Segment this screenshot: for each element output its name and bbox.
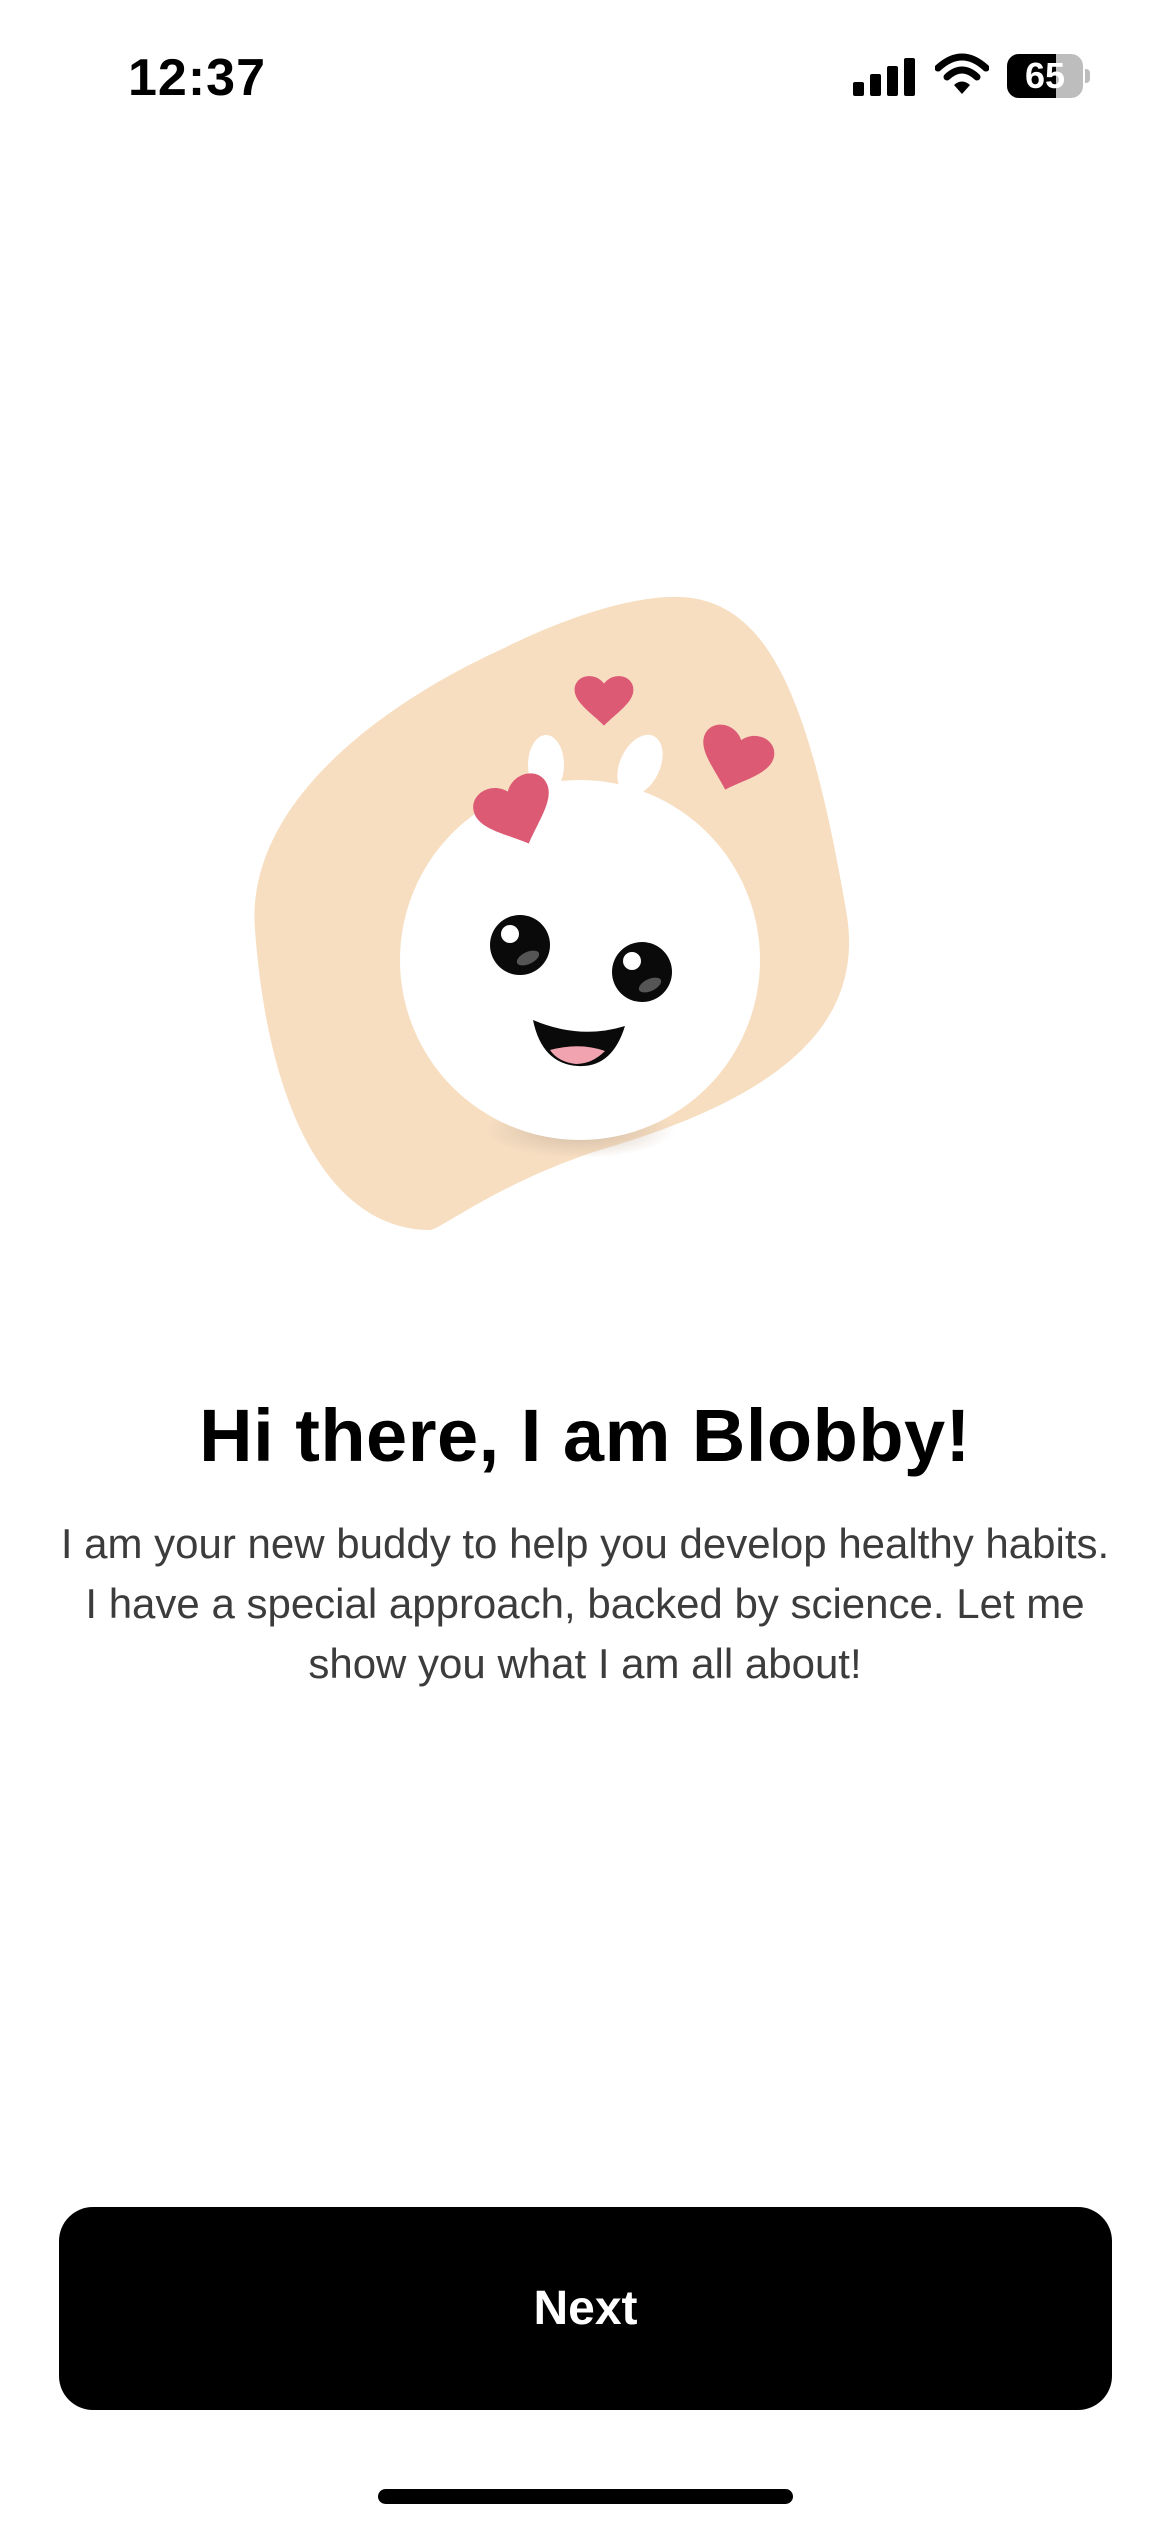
blobby-illustration [254, 596, 850, 1230]
description-text: I am your new buddy to help you develop … [60, 1520, 1110, 1687]
battery-level: 65 [1024, 55, 1066, 96]
left-eye [490, 915, 550, 975]
home-indicator[interactable] [378, 2489, 793, 2504]
next-button[interactable]: Next [59, 2207, 1112, 2410]
right-eye [612, 942, 672, 1002]
cellular-signal-icon [853, 56, 915, 96]
page-title: Hi there, I am Blobby! [199, 1394, 971, 1477]
status-bar: 12:37 65 [0, 0, 1170, 150]
wifi-icon [935, 53, 989, 94]
battery-icon: 65 [1007, 54, 1090, 98]
status-time: 12:37 [128, 49, 266, 107]
